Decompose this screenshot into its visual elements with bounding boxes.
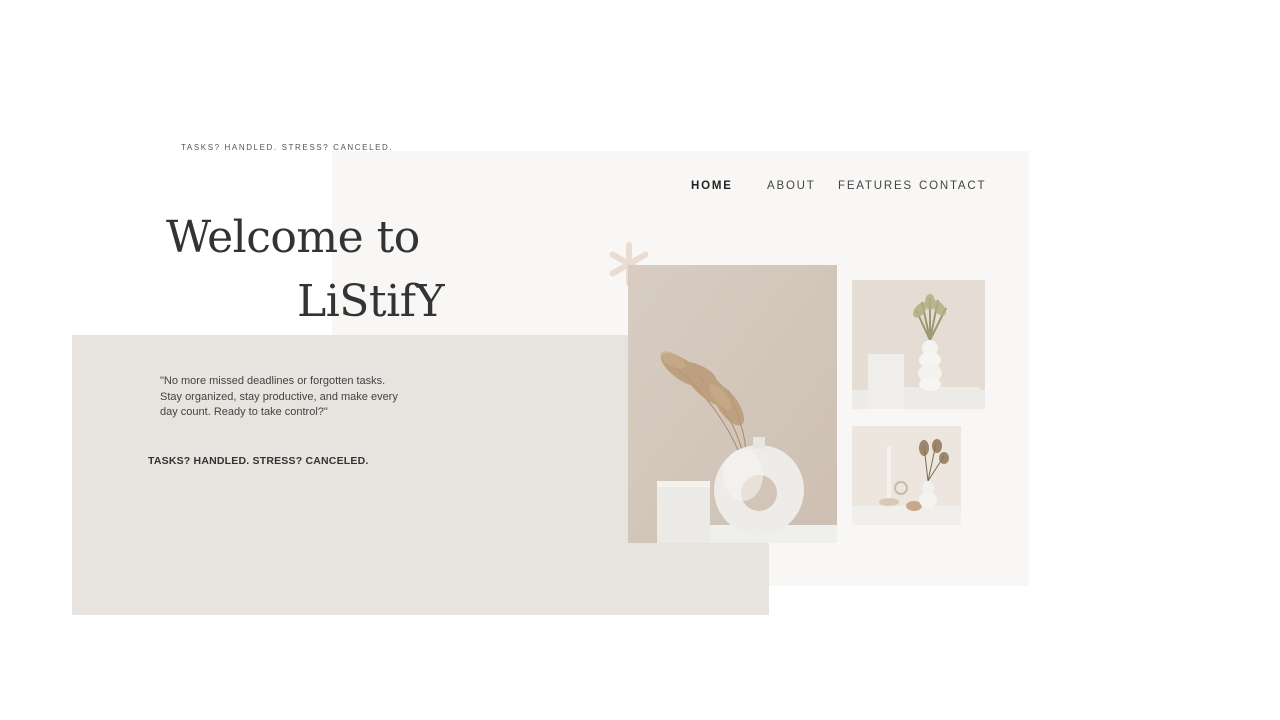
nav-contact[interactable]: CONTACT	[919, 180, 986, 192]
hero-tagline: TASKS? HANDLED. STRESS? CANCELED.	[148, 455, 369, 467]
main-nav: HOME ABOUT FEATURES CONTACT	[660, 180, 1020, 196]
bottom-right-photo	[852, 426, 961, 525]
nav-features[interactable]: FEATURES	[838, 180, 913, 192]
hero-title-line-2: LiStifY	[297, 276, 445, 327]
hero-quote: "No more missed deadlines or forgotten t…	[160, 375, 398, 418]
top-right-photo	[852, 280, 985, 409]
main-photo	[628, 265, 837, 543]
top-tagline: TASKS? HANDLED. STRESS? CANCELED.	[181, 143, 394, 152]
nav-about[interactable]: ABOUT	[767, 180, 816, 192]
hero-title-line-1: Welcome to	[166, 212, 420, 263]
nav-home[interactable]: HOME	[691, 180, 733, 192]
